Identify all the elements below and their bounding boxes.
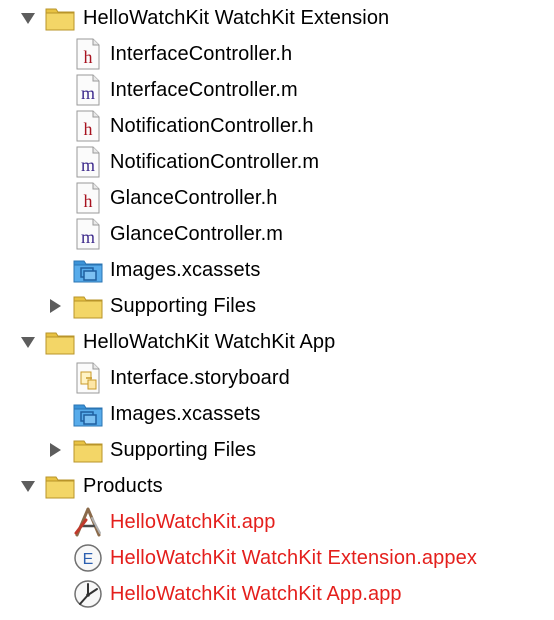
group-label: Supporting Files bbox=[110, 295, 257, 317]
product-row-watchkit-extension-appex[interactable]: E HelloWatchKit WatchKit Extension.appex bbox=[0, 540, 554, 576]
svg-text:m: m bbox=[81, 155, 95, 175]
file-row-notificationcontroller-h[interactable]: h NotificationController.h bbox=[0, 108, 554, 144]
svg-text:h: h bbox=[84, 47, 93, 67]
group-row-watchkit-extension[interactable]: HelloWatchKit WatchKit Extension bbox=[0, 0, 554, 36]
objc-file-icon: m bbox=[72, 146, 104, 178]
disclosure-expanded-icon[interactable] bbox=[20, 335, 36, 349]
svg-text:m: m bbox=[81, 227, 95, 247]
file-label: Interface.storyboard bbox=[110, 367, 290, 389]
file-label: InterfaceController.h bbox=[110, 43, 293, 65]
file-row-images-xcassets-ext[interactable]: Images.xcassets bbox=[0, 252, 554, 288]
project-navigator: HelloWatchKit WatchKit Extension h Inter… bbox=[0, 0, 554, 620]
header-file-icon: h bbox=[72, 110, 104, 142]
group-row-supporting-files-app[interactable]: Supporting Files bbox=[0, 432, 554, 468]
file-row-interfacecontroller-h[interactable]: h InterfaceController.h bbox=[0, 36, 554, 72]
disclosure-expanded-icon[interactable] bbox=[20, 11, 36, 25]
file-row-notificationcontroller-m[interactable]: m NotificationController.m bbox=[0, 144, 554, 180]
folder-icon bbox=[44, 2, 76, 34]
group-row-watchkit-app[interactable]: HelloWatchKit WatchKit App bbox=[0, 324, 554, 360]
disclosure-collapsed-icon[interactable] bbox=[47, 299, 63, 313]
file-row-glancecontroller-m[interactable]: m GlanceController.m bbox=[0, 216, 554, 252]
product-row-hellowatchkit-app[interactable]: HelloWatchKit.app bbox=[0, 504, 554, 540]
product-label: HelloWatchKit WatchKit App.app bbox=[110, 583, 402, 605]
folder-icon bbox=[44, 470, 76, 502]
file-label: Images.xcassets bbox=[110, 403, 261, 425]
objc-file-icon: m bbox=[72, 74, 104, 106]
file-row-glancecontroller-h[interactable]: h GlanceController.h bbox=[0, 180, 554, 216]
file-row-interfacecontroller-m[interactable]: m InterfaceController.m bbox=[0, 72, 554, 108]
group-row-products[interactable]: Products bbox=[0, 468, 554, 504]
storyboard-file-icon bbox=[72, 362, 104, 394]
file-row-images-xcassets-app[interactable]: Images.xcassets bbox=[0, 396, 554, 432]
watch-app-icon bbox=[72, 578, 104, 610]
file-label: InterfaceController.m bbox=[110, 79, 298, 101]
objc-file-icon: m bbox=[72, 218, 104, 250]
file-label: Images.xcassets bbox=[110, 259, 261, 281]
svg-text:h: h bbox=[84, 191, 93, 211]
extension-bundle-icon: E bbox=[72, 542, 104, 574]
header-file-icon: h bbox=[72, 38, 104, 70]
group-label: HelloWatchKit WatchKit Extension bbox=[83, 7, 390, 29]
file-label: NotificationController.m bbox=[110, 151, 320, 173]
folder-icon bbox=[72, 290, 104, 322]
product-label: HelloWatchKit.app bbox=[110, 511, 276, 533]
group-label: HelloWatchKit WatchKit App bbox=[83, 331, 336, 353]
group-label: Products bbox=[83, 475, 163, 497]
asset-catalog-icon bbox=[72, 254, 104, 286]
header-file-icon: h bbox=[72, 182, 104, 214]
group-row-supporting-files-ext[interactable]: Supporting Files bbox=[0, 288, 554, 324]
app-bundle-icon bbox=[72, 506, 104, 538]
disclosure-collapsed-icon[interactable] bbox=[47, 443, 63, 457]
disclosure-expanded-icon[interactable] bbox=[20, 479, 36, 493]
group-label: Supporting Files bbox=[110, 439, 257, 461]
svg-text:m: m bbox=[81, 83, 95, 103]
file-row-interface-storyboard[interactable]: Interface.storyboard bbox=[0, 360, 554, 396]
product-row-watchkit-app-app[interactable]: HelloWatchKit WatchKit App.app bbox=[0, 576, 554, 612]
asset-catalog-icon bbox=[72, 398, 104, 430]
file-label: GlanceController.h bbox=[110, 187, 278, 209]
product-label: HelloWatchKit WatchKit Extension.appex bbox=[110, 547, 477, 569]
svg-text:E: E bbox=[83, 551, 94, 568]
file-label: GlanceController.m bbox=[110, 223, 283, 245]
folder-icon bbox=[44, 326, 76, 358]
svg-text:h: h bbox=[84, 119, 93, 139]
folder-icon bbox=[72, 434, 104, 466]
file-label: NotificationController.h bbox=[110, 115, 314, 137]
